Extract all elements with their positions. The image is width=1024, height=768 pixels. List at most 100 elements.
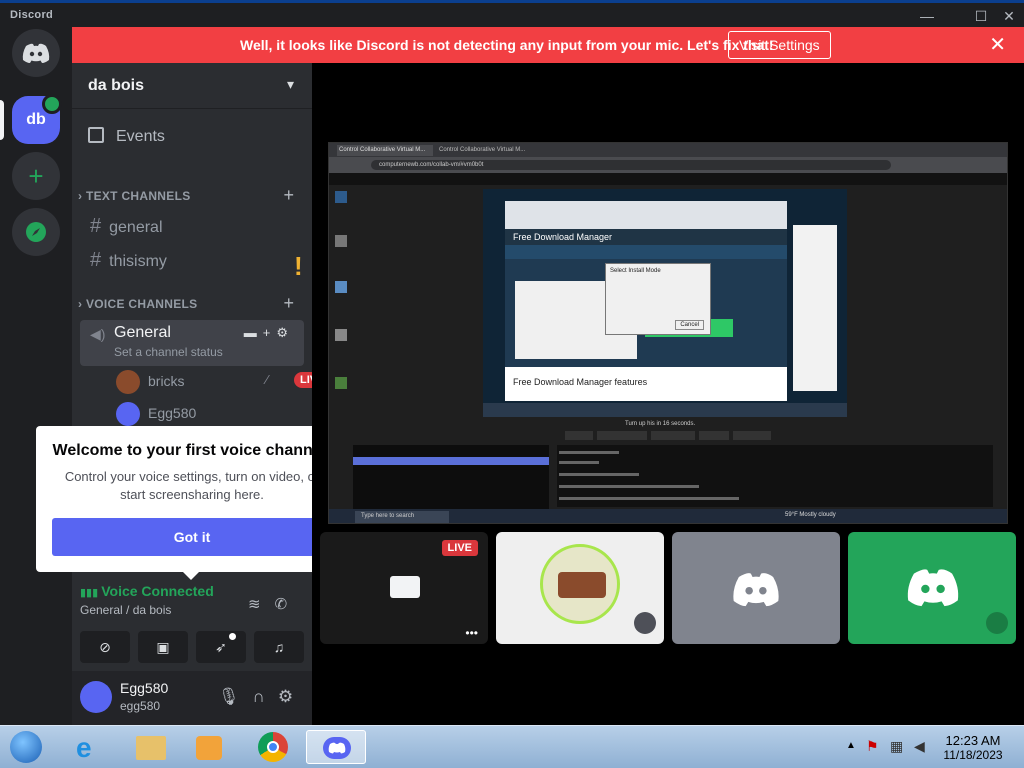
inner-vm-screen: Free Download Manager Select Install Mod… <box>483 189 847 417</box>
start-button[interactable] <box>4 730 48 764</box>
compass-icon <box>26 222 46 242</box>
text-category-label: TEXT CHANNELS <box>85 189 191 203</box>
discord-logo-icon <box>323 737 351 759</box>
network-icon[interactable]: ▦ <box>890 738 903 755</box>
avatar <box>116 402 140 426</box>
discord-logo-icon <box>733 573 779 607</box>
avatar[interactable] <box>80 681 112 713</box>
taskbar-media-player[interactable] <box>190 730 230 764</box>
soundboard-button[interactable]: ♫ <box>254 631 304 663</box>
server-da-bois[interactable]: db <box>12 94 62 144</box>
app-wordmark: Discord <box>10 9 54 21</box>
camera-off-icon: ⊘ <box>99 639 111 655</box>
mic-muted-icon: ⁄ <box>266 372 269 387</box>
inner-nav <box>329 173 1007 185</box>
microphone-icon[interactable]: 🎙 <box>218 687 253 706</box>
clock-time: 12:23 AM <box>945 733 1001 748</box>
volume-muted-icon[interactable]: ◀ <box>914 738 925 755</box>
user-username: egg580 <box>120 699 161 713</box>
channel-thisismy[interactable]: # thisismy <box>90 249 167 272</box>
title-bar: Discord — ☐ ✕ <box>0 3 1024 27</box>
user-tile-bricks[interactable] <box>496 532 664 644</box>
signal-icon: ▮▮▮ <box>80 587 102 599</box>
clock-date: 11/18/2023 <box>943 748 1003 762</box>
user-panel: Egg580 egg580 🎙∩⚙ <box>72 671 312 725</box>
plus-icon: + <box>28 161 44 191</box>
camera-icon <box>390 576 420 598</box>
inner-tab: Control Collaborative Virtual M... <box>439 147 526 153</box>
create-text-channel-icon[interactable]: + <box>283 185 294 206</box>
voice-channel-general[interactable]: ◀) General Set a channel status ▬+⚙ <box>80 320 304 366</box>
stream-video[interactable]: Control Collaborative Virtual M... Contr… <box>328 142 1008 524</box>
user-tile-green[interactable] <box>848 532 1016 644</box>
voice-panel-icons: ≋✆ <box>248 595 301 613</box>
voice-connected-status[interactable]: ▮▮▮ Voice Connected <box>80 583 214 599</box>
inner-taskbar: Type here to search 59°F Mostly cloudy <box>329 509 1007 523</box>
activities-button[interactable]: ➶ <box>196 631 246 663</box>
mic-warning-banner: Well, it looks like Discord is not detec… <box>72 27 1024 63</box>
close-window-button[interactable]: ✕ <box>996 6 1022 26</box>
maximize-button[interactable]: ☐ <box>968 6 994 26</box>
taskbar-clock[interactable]: 12:23 AM 11/18/2023 <box>938 733 1008 763</box>
discord-window: Discord — ☐ ✕ db + Well, it looks like D… <box>0 0 1024 725</box>
vm-button-row <box>565 431 771 441</box>
share-screen-button[interactable]: ▣ <box>138 631 188 663</box>
taskbar-explorer[interactable] <box>132 730 172 764</box>
chat-icon[interactable]: ▬ <box>244 325 263 340</box>
inner-tabstrip: Control Collaborative Virtual M... Contr… <box>329 143 1007 157</box>
headphones-icon[interactable]: ∩ <box>253 687 278 706</box>
text-channels-category[interactable]: › TEXT CHANNELS <box>78 189 191 203</box>
channel-general[interactable]: # general <box>90 215 163 238</box>
stream-tile-bricks[interactable]: LIVE ••• <box>320 532 488 644</box>
events-link[interactable]: Events <box>88 127 165 146</box>
inner-chat <box>557 445 993 507</box>
user-tile-egg580[interactable] <box>672 532 840 644</box>
add-server-button[interactable]: + <box>12 152 60 200</box>
gear-icon[interactable]: ⚙ <box>278 687 306 706</box>
gear-icon[interactable]: ⚙ <box>276 325 294 340</box>
channel-name: thisismy <box>109 253 167 270</box>
hash-icon: # <box>90 215 102 237</box>
inner-desktop-icons <box>329 185 353 415</box>
visit-settings-button[interactable]: Visit Settings <box>728 31 831 59</box>
inner-addressbar: computernewb.com/collab-vm/#vm0b0t <box>329 157 1007 173</box>
close-banner-icon[interactable]: ✕ <box>989 35 1006 55</box>
server-initials: db <box>26 111 46 128</box>
soundboard-icon: ♫ <box>273 639 285 655</box>
internet-explorer-icon: e <box>76 732 92 763</box>
voice-channels-category[interactable]: › VOICE CHANNELS <box>78 297 197 311</box>
explore-servers-button[interactable] <box>12 208 60 256</box>
popup-body: Control your voice settings, turn on vid… <box>64 469 320 502</box>
notification-dot <box>229 633 236 640</box>
chevron-down-icon: ▾ <box>286 76 294 92</box>
os-taskbar: e ▲ ⚑ ▦ ◀ 12:23 AM 11/18/2023 <box>0 725 1024 768</box>
dialog-cancel: Cancel <box>675 320 704 330</box>
server-header[interactable]: da bois ▾ <box>72 63 312 109</box>
taskbar-ie[interactable]: e <box>70 730 110 764</box>
voice-channel-tools: ▬+⚙ <box>244 325 294 341</box>
flag-icon[interactable]: ⚑ <box>866 738 879 755</box>
channel-status-placeholder[interactable]: Set a channel status <box>114 345 223 359</box>
disconnect-icon[interactable]: ✆ <box>275 596 302 613</box>
camera-button[interactable]: ⊘ <box>80 631 130 663</box>
rocket-icon: ➶ <box>215 639 227 655</box>
popup-title: Welcome to your first voice channel! <box>52 442 332 459</box>
voice-connected-label: Voice Connected <box>101 583 214 599</box>
show-hidden-icons[interactable]: ▲ <box>846 740 856 751</box>
stream-menu-icon[interactable]: ••• <box>465 626 478 640</box>
create-voice-channel-icon[interactable]: + <box>283 293 294 314</box>
noise-suppression-icon[interactable]: ≋ <box>248 596 275 613</box>
channel-name: general <box>109 219 163 236</box>
mic-muted-icon <box>986 612 1008 634</box>
invite-icon[interactable]: + <box>263 325 277 340</box>
minimize-button[interactable]: — <box>914 6 940 26</box>
taskbar-chrome[interactable] <box>254 730 294 764</box>
home-button[interactable] <box>12 29 60 77</box>
mic-muted-icon <box>634 612 656 634</box>
taskbar-discord[interactable] <box>306 730 366 764</box>
first-voice-channel-popup: Welcome to your first voice channel! Con… <box>36 426 348 580</box>
discord-logo-icon <box>907 569 959 607</box>
voice-location[interactable]: General / da bois <box>80 603 214 617</box>
speaker-icon: ◀) <box>90 326 106 342</box>
got-it-button[interactable]: Got it <box>52 518 332 556</box>
